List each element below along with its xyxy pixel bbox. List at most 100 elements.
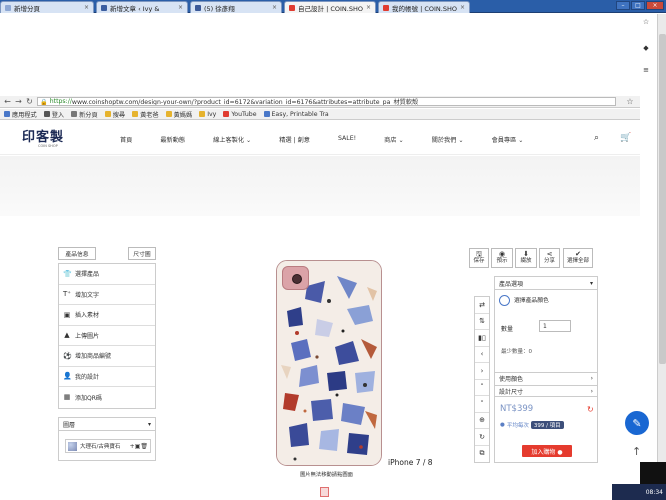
view-thumbnail[interactable] [320, 487, 329, 497]
blank-area [0, 14, 640, 94]
color-radio[interactable] [499, 295, 510, 306]
align-icon[interactable]: ▮▯ [475, 330, 489, 347]
design-size-row[interactable]: 設計尺寸 › [495, 385, 597, 397]
arrow-right-icon[interactable]: › [475, 363, 489, 380]
minimize-icon[interactable]: – [616, 1, 630, 10]
camera-lens-icon [292, 274, 302, 284]
layers-panel: 圖層 ▾ 大理石/古典寶石 +▣🗑 [58, 417, 156, 461]
product-info-label: 產品信息 [65, 252, 89, 258]
bookmark-printable[interactable]: Easy, Printable Tra [263, 111, 329, 118]
refresh-icon[interactable]: ↻ [587, 405, 594, 414]
save-icon: 🖫 [476, 250, 482, 258]
bookmark-search[interactable]: 搜尋 [104, 110, 125, 119]
menu-upload-image[interactable]: ▲ 上傳圖片 [59, 326, 155, 346]
bookmark-apps[interactable]: 應用程式 [4, 110, 37, 119]
layers-header[interactable]: 圖層 ▾ [59, 418, 155, 431]
use-color-row[interactable]: 使用顏色 › [495, 372, 597, 384]
menu-label: 選擇產品 [75, 271, 100, 279]
menu-item-home[interactable]: 首頁 [120, 135, 132, 144]
menu-item-customize[interactable]: 線上客製化 ⌄ [213, 135, 251, 144]
row-label: 使用顏色 [499, 376, 524, 383]
save-button[interactable]: 🖫 保存 [469, 248, 489, 268]
bookmark-youtube[interactable]: YouTube [223, 111, 257, 118]
menu-label: 上傳圖片 [75, 332, 100, 340]
menu-choose-product[interactable]: 👕 選擇產品 [59, 264, 155, 285]
bookmark-new-tab[interactable]: 新分頁 [71, 110, 98, 119]
close-icon[interactable]: × [84, 4, 89, 11]
menu-item-sale[interactable]: SALE! [338, 135, 356, 144]
price-each-chip: 399 / 項目 [530, 421, 564, 429]
menu-item-featured[interactable]: 精選 | 創意 [279, 135, 310, 144]
site-logo[interactable]: 印客製 COIN SHOP [22, 131, 74, 149]
tab-new[interactable]: 新增分頁 × [0, 1, 94, 13]
star-icon[interactable]: ☆ [636, 18, 656, 30]
arrow-down-icon[interactable]: ˅ [475, 396, 489, 413]
menu-add-qrcode[interactable]: ▦ 添加QR碼 [59, 387, 155, 408]
star-icon[interactable]: ☆ [620, 97, 640, 106]
cart-icon[interactable]: 🛒 [620, 133, 631, 143]
zoom-in-icon[interactable]: ⊕ [475, 413, 489, 429]
layer-item[interactable]: 大理石/古典寶石 +▣🗑 [65, 439, 151, 453]
menu-my-designs[interactable]: 👤 我的設計 [59, 367, 155, 387]
layer-label: 大理石/古典寶石 [80, 444, 121, 450]
check-icon: ✔ [575, 250, 581, 258]
back-icon[interactable]: ← [4, 97, 11, 106]
bookmark-dad[interactable]: 黃老爸 [132, 110, 159, 119]
close-icon[interactable]: × [366, 4, 371, 11]
menu-add-text[interactable]: T⁺ 增加文字 [59, 285, 155, 305]
bookmark-login[interactable]: 登入 [43, 110, 65, 119]
tab-my-account[interactable]: 我的帳號 | COIN.SHO × [378, 1, 470, 13]
menu-item-member[interactable]: 會員專區 ⌄ [492, 135, 524, 144]
search-icon[interactable]: ⌕ [594, 133, 599, 143]
back-to-top-icon[interactable]: ↑ [632, 445, 641, 458]
close-icon[interactable]: × [460, 4, 465, 11]
flip-h-icon[interactable]: ⇄ [475, 297, 489, 314]
help-icon[interactable]: ✎ [625, 411, 649, 435]
tab-design-your-own[interactable]: 自己設計 | COIN.SHO × [284, 1, 376, 13]
reload-icon[interactable]: ↻ [26, 97, 33, 106]
bookmark-label: 登入 [51, 111, 65, 119]
add-to-cart-button[interactable]: 加入購物 ● [522, 445, 572, 457]
menu-icon[interactable]: ≡ [636, 66, 656, 78]
tab-facebook[interactable]: (5) 徐彥翔 × [190, 1, 282, 13]
menu-label: 添加QR碼 [75, 394, 102, 402]
size-chart-label: 尺寸圖 [133, 252, 151, 258]
layer-actions-icon[interactable]: +▣🗑 [130, 443, 148, 450]
download-button[interactable]: ⬇ 綴放 [515, 248, 537, 268]
menu-item-shop[interactable]: 商店 ⌄ [384, 135, 404, 144]
close-icon[interactable]: × [272, 4, 277, 11]
arrow-left-icon[interactable]: ‹ [475, 347, 489, 363]
extension-icon[interactable]: ◆ [636, 44, 656, 56]
quantity-input[interactable]: 1 [539, 320, 571, 332]
bookmark-mom[interactable]: 黃媽媽 [165, 110, 192, 119]
scrollbar-thumb[interactable] [659, 34, 666, 364]
duplicate-icon[interactable]: ⧉ [475, 446, 489, 463]
flip-v-icon[interactable]: ⇅ [475, 314, 489, 330]
scrollbar[interactable] [657, 14, 666, 500]
folder-icon [132, 111, 139, 117]
menu-item-about[interactable]: 關於我們 ⌄ [432, 135, 464, 144]
phone-case-preview[interactable] [276, 260, 382, 466]
close-icon[interactable]: × [178, 4, 183, 11]
maximize-icon[interactable]: □ [631, 1, 645, 10]
address-bar-row: ← → ↻ 🔒 https:// www.coinshoptw.com/desi… [0, 96, 640, 108]
url-input[interactable]: 🔒 https:// www.coinshoptw.com/design-you… [37, 97, 616, 106]
select-all-button[interactable]: ✔ 選擇全部 [563, 248, 593, 268]
arrow-up-icon[interactable]: ˄ [475, 380, 489, 396]
window-close-icon[interactable]: × [646, 1, 664, 10]
preview-button[interactable]: ◉ 預示 [491, 248, 513, 268]
options-header[interactable]: 產品選項 ▾ [495, 277, 597, 290]
menu-item-news[interactable]: 最新動態 [160, 135, 185, 144]
rotate-icon[interactable]: ↻ [475, 429, 489, 446]
share-button[interactable]: ⋖ 分享 [539, 248, 560, 268]
tab-strip: 新增分頁 × 新增文章 ‹ Ivy & × (5) 徐彥翔 × 自己設計 | COI… [0, 0, 666, 13]
tab-new-post[interactable]: 新增文章 ‹ Ivy & × [96, 1, 188, 13]
menu-add-number[interactable]: ⚽ 增加商品編號 [59, 346, 155, 367]
menu-insert-clipart[interactable]: ▣ 插入素材 [59, 305, 155, 326]
forward-icon[interactable]: → [15, 97, 22, 106]
bookmark-ivy[interactable]: Ivy [199, 111, 216, 118]
product-info-button[interactable]: 產品信息 [58, 247, 96, 260]
vertical-tool-column: ⇄ ⇅ ▮▯ ‹ › ˄ ˅ ⊕ ↻ ⧉ [474, 296, 490, 463]
tab-label: 自己設計 | COIN.SHO [298, 4, 363, 13]
size-chart-button[interactable]: 尺寸圖 [128, 247, 156, 260]
